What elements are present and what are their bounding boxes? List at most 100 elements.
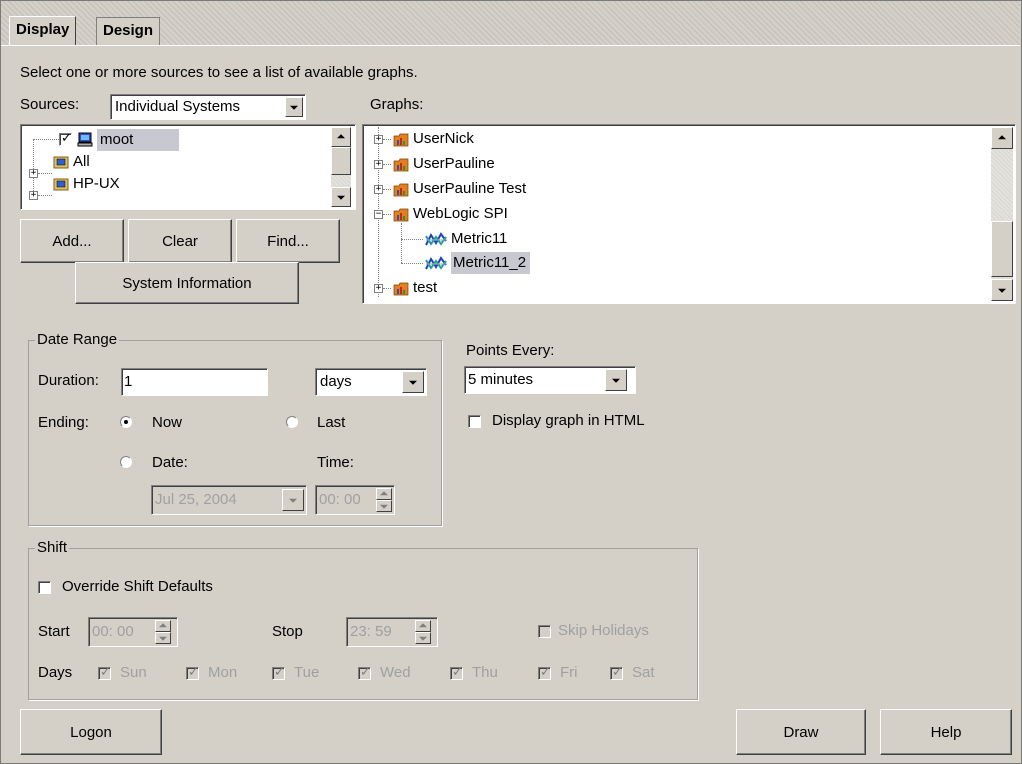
line-graph-icon — [425, 232, 447, 246]
graph-folder-icon — [393, 282, 409, 296]
duration-unit-value: days — [320, 373, 352, 390]
graphs-label: Graphs: — [370, 96, 424, 113]
date-dropdown[interactable]: Jul 25, 2004 — [151, 485, 307, 515]
spinner-up[interactable] — [155, 620, 171, 632]
points-every-value: 5 minutes — [468, 371, 534, 388]
duration-label: Duration: — [38, 372, 99, 389]
spinner-up[interactable] — [376, 488, 392, 500]
tree-connector — [401, 239, 423, 240]
skip-holidays-checkbox[interactable] — [538, 625, 551, 638]
graphs-tree[interactable]: + UserNick + UserPauline + UserPauline T… — [362, 124, 1016, 304]
chevron-down-icon — [337, 195, 345, 200]
ending-now-label: Now — [152, 414, 183, 431]
graph-item-label: UserPauline Test — [413, 180, 527, 197]
time-value: 00: 00 — [319, 491, 361, 508]
tab-design[interactable]: Design — [96, 17, 161, 45]
ending-date-radio[interactable] — [120, 456, 132, 468]
graph-folder-icon — [393, 183, 409, 197]
day-checkbox-sun[interactable]: ✓ — [98, 665, 111, 680]
graph-item-label: WebLogic SPI — [413, 205, 508, 222]
source-checkbox[interactable]: ✓ — [59, 131, 72, 146]
time-label: Time: — [317, 454, 354, 471]
ending-now-radio[interactable] — [120, 416, 132, 428]
radio-selected-dot — [124, 420, 128, 424]
scrollbar-thumb[interactable] — [331, 147, 351, 175]
expand-icon[interactable]: + — [29, 191, 38, 200]
source-item-label: HP-UX — [73, 175, 120, 192]
sources-label: Sources: — [20, 96, 80, 113]
scroll-down-button[interactable] — [331, 187, 351, 207]
graphs-scrollbar[interactable] — [991, 127, 1013, 301]
draw-button[interactable]: Draw — [736, 709, 866, 755]
time-spinner[interactable]: 00: 00 — [315, 485, 395, 515]
shift-title: Shift — [35, 539, 70, 556]
override-shift-checkbox[interactable] — [38, 581, 51, 594]
chevron-up-icon — [419, 623, 427, 628]
graph-item-label: UserPauline — [413, 155, 495, 172]
spinner-up[interactable] — [415, 620, 431, 632]
day-checkbox-wed[interactable]: ✓ — [358, 665, 371, 680]
collapse-icon[interactable]: − — [374, 210, 383, 219]
day-checkbox-sat[interactable]: ✓ — [610, 665, 623, 680]
spinner-down[interactable] — [415, 632, 431, 644]
spinner-down[interactable] — [376, 500, 392, 512]
duration-input[interactable]: 1 — [121, 368, 268, 396]
logon-button[interactable]: Logon — [20, 709, 162, 755]
points-every-dropdown[interactable]: 5 minutes — [464, 366, 636, 394]
date-dropdown-arrow[interactable] — [282, 489, 304, 511]
chevron-up-icon — [159, 623, 167, 628]
sources-dropdown-arrow[interactable] — [285, 97, 303, 117]
stop-label: Stop — [272, 623, 303, 640]
help-button[interactable]: Help — [880, 709, 1012, 755]
scroll-down-button[interactable] — [991, 279, 1013, 301]
instruction-text: Select one or more sources to see a list… — [20, 64, 418, 81]
expand-icon[interactable]: + — [374, 135, 383, 144]
chevron-down-icon — [998, 288, 1006, 293]
stop-time-value: 23: 59 — [350, 623, 392, 640]
chevron-down-icon — [159, 636, 167, 641]
clear-button[interactable]: Clear — [128, 219, 232, 263]
day-label-fri: Fri — [560, 664, 578, 681]
scrollbar-thumb[interactable] — [991, 221, 1013, 277]
spinner-down[interactable] — [155, 632, 171, 644]
chevron-up-icon — [337, 134, 345, 139]
sources-tree[interactable]: ✓ moot + All + HP-UX — [20, 124, 356, 210]
duration-value: 1 — [124, 373, 133, 390]
points-every-label: Points Every: — [466, 342, 555, 359]
duration-unit-dropdown[interactable]: days — [315, 368, 427, 396]
day-checkbox-tue[interactable]: ✓ — [272, 665, 285, 680]
expand-icon[interactable]: + — [29, 169, 38, 178]
expand-icon[interactable]: + — [374, 185, 383, 194]
expand-icon[interactable]: + — [374, 160, 383, 169]
start-time-spinner[interactable]: 00: 00 — [88, 617, 178, 647]
override-shift-label: Override Shift Defaults — [62, 578, 213, 595]
graph-folder-icon — [393, 208, 409, 222]
day-checkbox-fri[interactable]: ✓ — [538, 665, 551, 680]
ending-last-radio[interactable] — [286, 416, 298, 428]
tab-display[interactable]: Display — [9, 16, 77, 46]
points-dropdown-arrow[interactable] — [605, 369, 627, 391]
unit-dropdown-arrow[interactable] — [402, 371, 424, 393]
sources-scrollbar[interactable] — [331, 127, 351, 207]
sources-dropdown[interactable]: Individual Systems — [110, 94, 306, 120]
system-group-icon — [53, 156, 69, 169]
date-range-title: Date Range — [35, 331, 120, 348]
stop-time-spinner[interactable]: 23: 59 — [346, 617, 438, 647]
tree-connector — [401, 263, 423, 264]
graphs-tree-view: + UserNick + UserPauline + UserPauline T… — [365, 127, 985, 301]
add-button[interactable]: Add... — [20, 219, 124, 263]
day-checkbox-mon[interactable]: ✓ — [186, 665, 199, 680]
chevron-down-icon — [409, 380, 417, 385]
system-information-button[interactable]: System Information — [75, 262, 299, 304]
source-item-label: moot — [97, 129, 180, 151]
day-checkbox-thu[interactable]: ✓ — [450, 665, 463, 680]
tab-divider — [1, 45, 1020, 46]
expand-icon[interactable]: + — [374, 284, 383, 293]
scroll-up-button[interactable] — [991, 127, 1013, 149]
scroll-up-button[interactable] — [331, 127, 351, 147]
display-html-checkbox[interactable] — [468, 415, 481, 428]
days-label: Days — [38, 664, 73, 681]
day-label-sat: Sat — [632, 664, 655, 681]
find-button[interactable]: Find... — [236, 219, 340, 263]
start-time-value: 00: 00 — [92, 623, 134, 640]
